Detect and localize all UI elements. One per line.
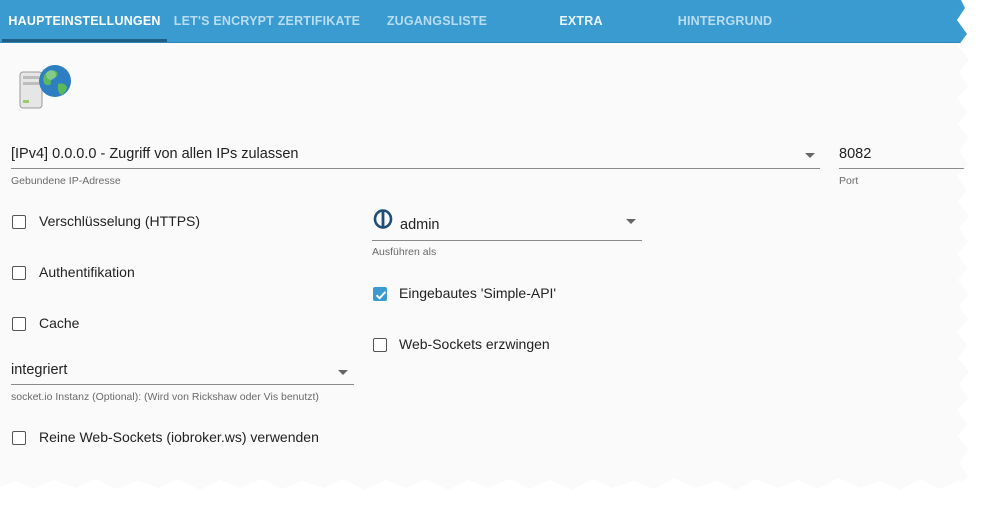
port-input[interactable]: 8082 (839, 146, 871, 162)
force-websockets-checkbox[interactable] (373, 338, 387, 352)
chevron-down-icon[interactable] (805, 153, 815, 158)
socketio-underline (11, 384, 354, 385)
chevron-down-icon[interactable] (626, 219, 636, 224)
torn-edge-right (957, 0, 993, 513)
force-websockets-label: Web-Sockets erzwingen (399, 336, 550, 352)
active-tab-indicator (2, 39, 167, 42)
pure-websockets-checkbox[interactable] (12, 431, 26, 445)
https-checkbox[interactable] (12, 215, 26, 229)
port-helper: Port (839, 175, 859, 187)
socketio-instance-select[interactable]: integriert (11, 362, 67, 378)
tab-zugangsliste[interactable]: ZUGANGSLISTE (370, 0, 504, 42)
https-label: Verschlüsselung (HTTPS) (39, 213, 201, 229)
simple-api-checkbox[interactable] (373, 287, 387, 301)
tab-lets-encrypt[interactable]: LET'S ENCRYPT ZERTIFIKATE (170, 0, 364, 42)
torn-edge-bottom (0, 478, 993, 513)
cache-checkbox[interactable] (12, 317, 26, 331)
run-as-select[interactable]: admin (400, 217, 440, 233)
authentication-checkbox[interactable] (12, 266, 26, 280)
tab-bar: HAUPTEINSTELLUNGEN LET'S ENCRYPT ZERTIFI… (0, 0, 970, 43)
run-as-underline (372, 240, 642, 241)
server-globe-logo-icon (18, 62, 74, 110)
port-underline (839, 168, 970, 169)
authentication-label: Authentifikation (39, 264, 135, 280)
simple-api-label: Eingebautes 'Simple-API' (399, 285, 557, 301)
tab-haupteinstellungen[interactable]: HAUPTEINSTELLUNGEN (2, 0, 167, 42)
ip-select-underline (11, 168, 820, 169)
settings-panel: HAUPTEINSTELLUNGEN LET'S ENCRYPT ZERTIFI… (0, 0, 970, 490)
tab-hintergrund[interactable]: HINTERGRUND (660, 0, 790, 42)
run-as-helper: Ausführen als (372, 246, 437, 258)
pure-websockets-label: Reine Web-Sockets (iobroker.ws) verwende… (39, 429, 319, 445)
cache-label: Cache (39, 315, 80, 331)
tab-extra[interactable]: EXTRA (520, 0, 642, 42)
socketio-helper: socket.io Instanz (Optional): (Wird von … (11, 391, 319, 403)
ip-select-helper: Gebundene IP-Adresse (11, 175, 121, 187)
user-icon (373, 209, 393, 229)
chevron-down-icon[interactable] (338, 370, 348, 375)
ip-address-select[interactable]: [IPv4] 0.0.0.0 - Zugriff von allen IPs z… (11, 146, 298, 162)
